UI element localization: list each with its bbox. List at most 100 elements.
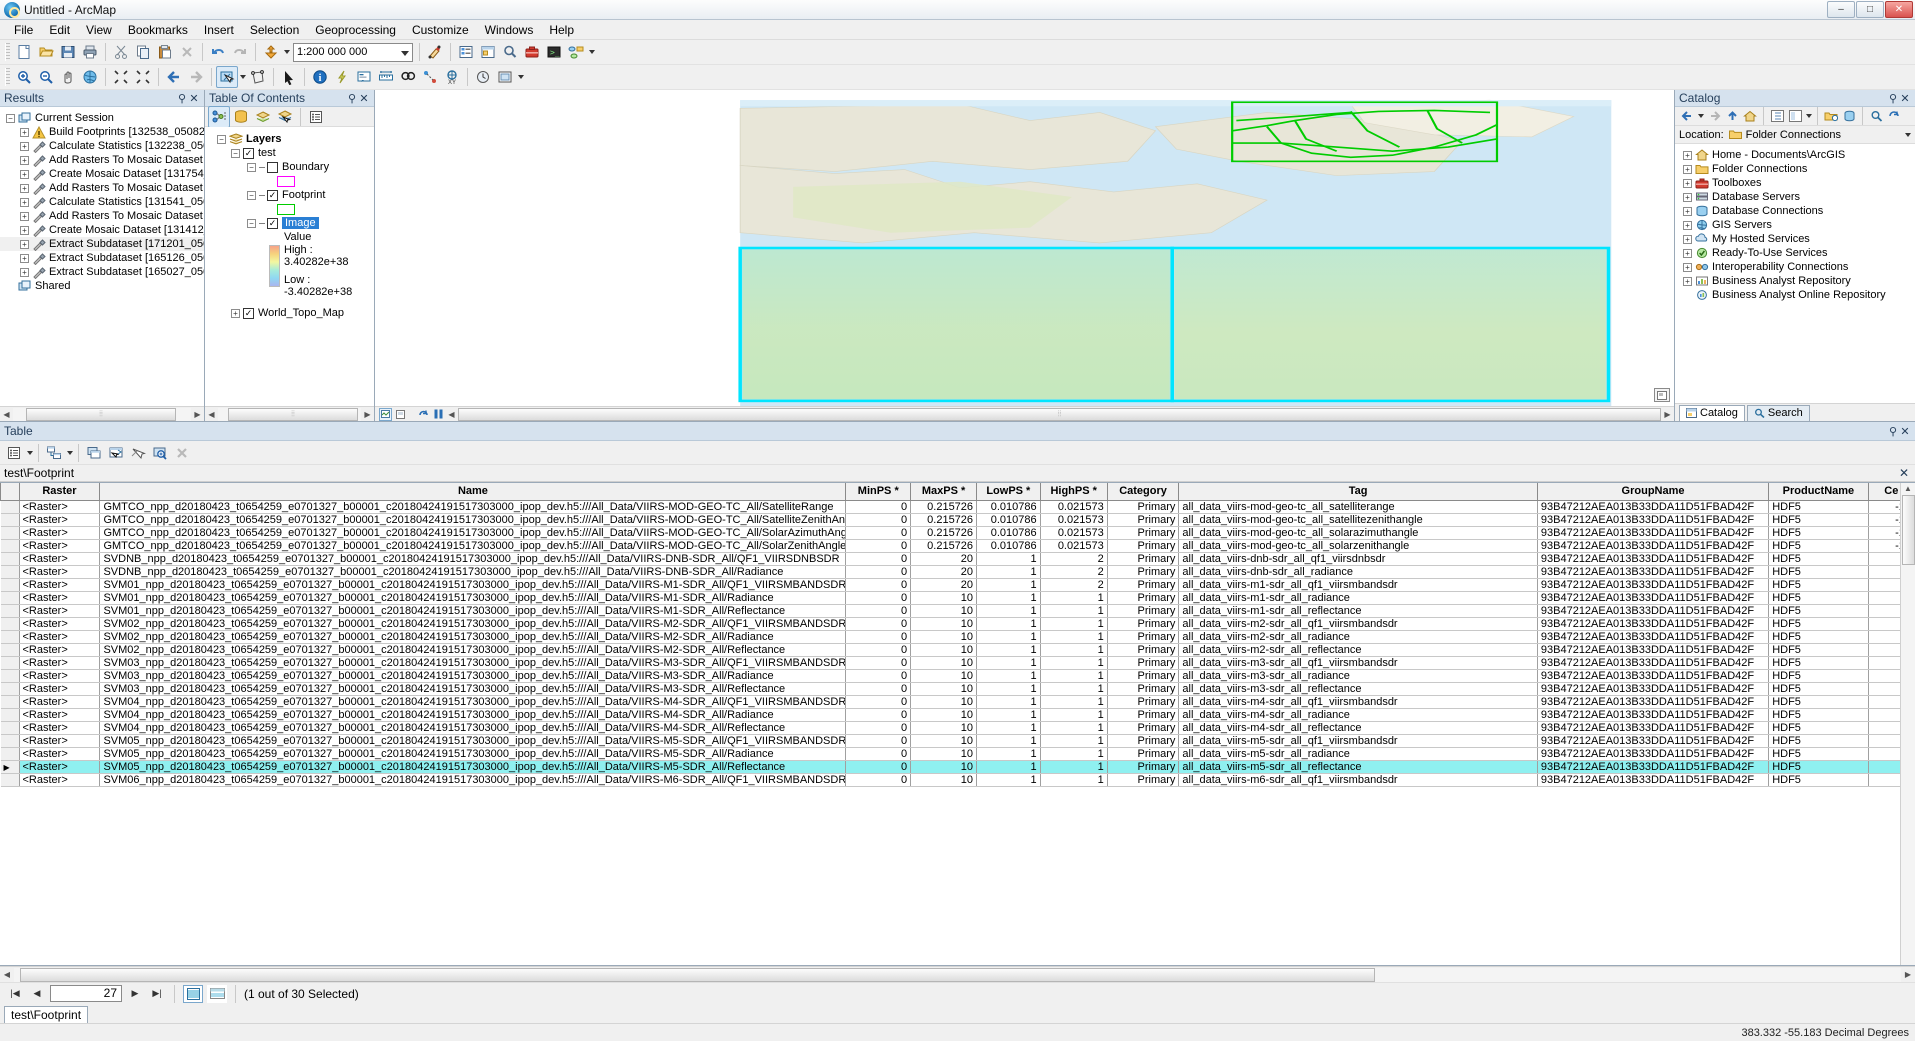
menu-item-help[interactable]: Help (541, 21, 582, 39)
cell-tag[interactable]: all_data_viirs-m5-sdr_all_qf1_viirsmband… (1178, 734, 1538, 748)
cell-minps[interactable]: 0 (845, 604, 912, 618)
close-button[interactable]: ✕ (1885, 1, 1913, 18)
table-row[interactable]: <Raster> SVM01_npp_d20180423_t0654259_e07… (0, 578, 1915, 592)
list-by-selection-icon[interactable] (274, 106, 296, 128)
cell-tag[interactable]: all_data_viirs-m4-sdr_all_qf1_viirsmband… (1178, 695, 1538, 709)
cell-tag[interactable]: all_data_viirs-mod-geo-tc_all_satelliter… (1178, 500, 1538, 514)
cell-groupname[interactable]: 93B47212AEA013B33DDA11D51FBAD42F (1537, 682, 1770, 696)
expander-icon[interactable]: + (1683, 164, 1692, 174)
cell-category[interactable]: Primary (1107, 604, 1180, 618)
cell-maxps[interactable]: 10 (910, 747, 978, 761)
expander-icon[interactable]: + (1683, 192, 1692, 202)
redo-icon[interactable] (229, 41, 251, 63)
row-selector[interactable] (0, 734, 20, 748)
results-tree[interactable]: − Current Session + Build Footprints [13253… (0, 107, 204, 406)
cell-minps[interactable]: 0 (845, 552, 912, 566)
table-row[interactable]: <Raster> SVM03_npp_d20180423_t0654259_e07… (0, 669, 1915, 683)
expander-icon[interactable]: − (247, 162, 256, 172)
catalog-tree-item[interactable]: + Database Servers (1675, 190, 1915, 204)
table-row[interactable]: <Raster> SVM04_npp_d20180423_t0654259_e07… (0, 708, 1915, 722)
cell-tag[interactable]: all_data_viirs-m1-sdr_all_radiance (1178, 591, 1538, 605)
cell-productname[interactable]: HDF5 (1768, 773, 1869, 787)
add-data-icon[interactable] (260, 41, 282, 63)
table-row[interactable]: <Raster> SVM01_npp_d20180423_t0654259_e07… (0, 604, 1915, 618)
refresh-icon[interactable] (1885, 107, 1903, 125)
cell-tag[interactable]: all_data_viirs-m4-sdr_all_radiance (1178, 708, 1538, 722)
cell-category[interactable]: Primary (1107, 617, 1180, 631)
table-of-contents-icon[interactable] (455, 41, 477, 63)
close-icon[interactable]: ✕ (188, 91, 200, 105)
cell-category[interactable]: Primary (1107, 734, 1180, 748)
cell-name[interactable]: SVM06_npp_d20180423_t0654259_e0701327_b0… (99, 773, 847, 787)
data-view-icon[interactable] (379, 407, 392, 421)
zoom-to-selected-icon[interactable] (149, 442, 171, 464)
cell-tag[interactable]: all_data_viirs-m5-sdr_all_reflectance (1178, 760, 1538, 774)
results-tree-item[interactable]: + Add Rasters To Mosaic Dataset [1319 (0, 153, 204, 167)
select-by-polygon-icon[interactable] (247, 66, 269, 88)
catalog-tree-item[interactable]: + Interoperability Connections (1675, 260, 1915, 274)
cell-raster[interactable]: <Raster> (19, 513, 101, 527)
cell-highps[interactable]: 1 (1040, 708, 1108, 722)
new-document-icon[interactable] (13, 41, 35, 63)
cell-tag[interactable]: all_data_viirs-m5-sdr_all_radiance (1178, 747, 1538, 761)
row-selector[interactable] (0, 591, 20, 605)
expander-icon[interactable]: + (1683, 150, 1692, 160)
go-back-extent-icon[interactable] (163, 66, 185, 88)
cell-maxps[interactable]: 0.215726 (910, 513, 978, 527)
expander-icon[interactable]: − (231, 148, 240, 158)
cell-minps[interactable]: 0 (845, 656, 912, 670)
save-icon[interactable] (57, 41, 79, 63)
cut-icon[interactable] (110, 41, 132, 63)
table-row[interactable]: ▶ <Raster> SVM05_npp_d20180423_t0654259_e0… (0, 760, 1915, 774)
image-color-ramp[interactable] (269, 245, 280, 287)
cell-productname[interactable]: HDF5 (1768, 539, 1869, 553)
scroll-track[interactable]: ⦙⦙ (218, 407, 361, 421)
options-icon[interactable] (305, 106, 327, 128)
print-icon[interactable] (79, 41, 101, 63)
cell-highps[interactable]: 0.021573 (1040, 539, 1108, 553)
cell-lowps[interactable]: 1 (976, 734, 1041, 748)
cell-lowps[interactable]: 1 (976, 747, 1041, 761)
zoom-out-icon[interactable] (35, 66, 57, 88)
cell-highps[interactable]: 1 (1040, 760, 1108, 774)
cell-lowps[interactable]: 1 (976, 682, 1041, 696)
boundary-checkbox[interactable] (267, 161, 278, 173)
cell-minps[interactable]: 0 (845, 539, 912, 553)
row-selector[interactable] (0, 747, 20, 761)
pan-icon[interactable] (57, 66, 79, 88)
model-builder-icon[interactable] (565, 41, 587, 63)
expander-icon[interactable]: + (20, 253, 29, 263)
cell-raster[interactable]: <Raster> (19, 747, 101, 761)
attribute-table-scroll-area[interactable]: Raster Name MinPS * MaxPS * LowPS * HighPS * C… (0, 482, 1915, 966)
cell-maxps[interactable]: 10 (910, 682, 978, 696)
catalog-tree-item[interactable]: + GIS Servers (1675, 218, 1915, 232)
delete-selected-icon[interactable] (171, 442, 193, 464)
full-extent-icon[interactable] (79, 66, 101, 88)
row-selector[interactable] (0, 565, 20, 579)
toolbar-grip[interactable] (5, 43, 10, 61)
cell-name[interactable]: SVM01_npp_d20180423_t0654259_e0701327_b0… (99, 591, 847, 605)
refresh-icon[interactable] (417, 408, 430, 421)
cell-maxps[interactable]: 10 (910, 669, 978, 683)
cell-highps[interactable]: 0.021573 (1040, 500, 1108, 514)
map-horizontal-scroll-track[interactable]: ⦙⦙ (458, 407, 1661, 421)
cell-lowps[interactable]: 1 (976, 669, 1041, 683)
expander-icon[interactable]: − (6, 113, 15, 123)
column-header-highps[interactable]: HighPS * (1039, 483, 1108, 501)
expander-icon[interactable]: + (1683, 276, 1692, 286)
row-selector[interactable] (0, 656, 20, 670)
table-row[interactable]: <Raster> SVDNB_npp_d20180423_t0654259_e07… (0, 552, 1915, 566)
cell-name[interactable]: SVM04_npp_d20180423_t0654259_e0701327_b0… (99, 708, 847, 722)
cell-name[interactable]: GMTCO_npp_d20180423_t0654259_e0701327_b0… (99, 526, 847, 540)
cell-minps[interactable]: 0 (845, 591, 912, 605)
cell-highps[interactable]: 1 (1040, 695, 1108, 709)
scroll-thumb[interactable]: ⦙⦙ (26, 407, 176, 421)
results-tree-item[interactable]: + Calculate Statistics [131541_05082018 (0, 195, 204, 209)
toc-layer-boundary[interactable]: − Boundary (209, 160, 374, 174)
scroll-left-icon[interactable]: ◀ (445, 408, 458, 421)
related-tables-icon[interactable] (43, 442, 65, 464)
cell-name[interactable]: SVM02_npp_d20180423_t0654259_e0701327_b0… (99, 630, 847, 644)
cell-maxps[interactable]: 10 (910, 773, 978, 787)
expander-icon[interactable]: + (20, 211, 29, 221)
cell-maxps[interactable]: 10 (910, 708, 978, 722)
